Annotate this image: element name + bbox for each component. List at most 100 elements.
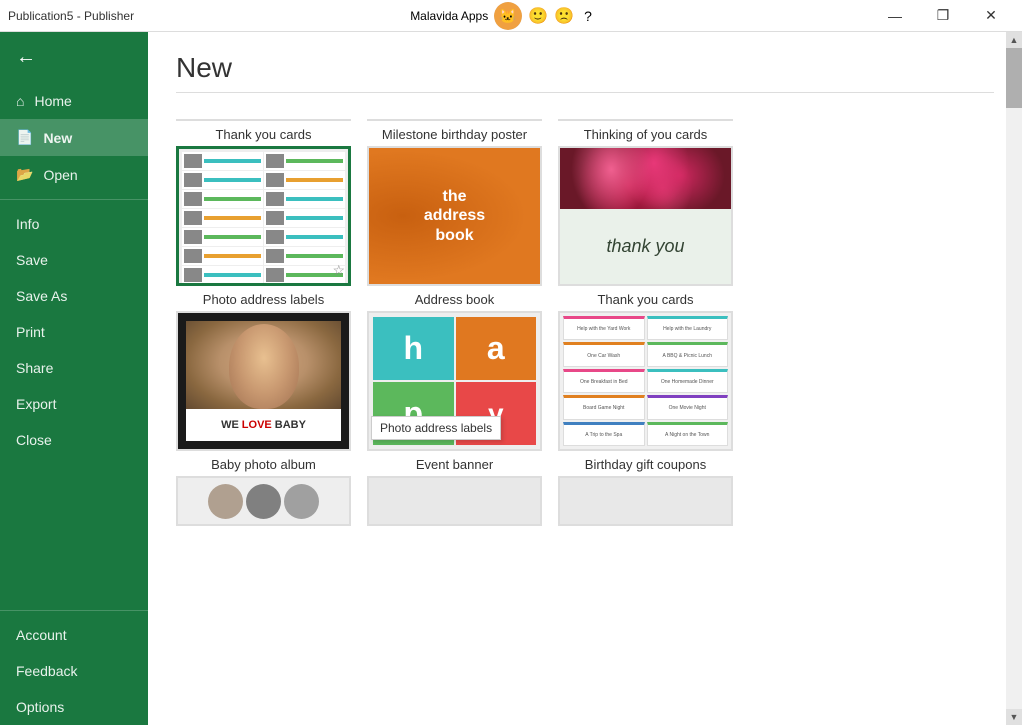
sidebar-item-save-as[interactable]: Save As bbox=[0, 278, 148, 314]
template-item-thank-you-flower[interactable]: thank you Thank you cards bbox=[558, 146, 733, 307]
avatar: 🐱 bbox=[494, 2, 522, 30]
bc-item-3: One Car Wash bbox=[563, 342, 645, 366]
template-label-thinking: Thinking of you cards bbox=[584, 127, 708, 142]
address-book-thumb: theaddressbook bbox=[367, 146, 542, 286]
bc-item-4: A BBQ & Picnic Lunch bbox=[647, 342, 729, 366]
sidebar-item-info[interactable]: Info bbox=[0, 206, 148, 242]
template-item-milestone-label[interactable]: Milestone birthday poster bbox=[367, 119, 542, 142]
bc-item-5: One Breakfast in Bed bbox=[563, 369, 645, 393]
template-item-bottom-1[interactable] bbox=[176, 476, 351, 526]
baby-face bbox=[186, 321, 341, 411]
sidebar-nav: ⌂ Home 📄 New 📂 Open Info Save Save As bbox=[0, 83, 148, 610]
sidebar-bottom: Account Feedback Options bbox=[0, 610, 148, 725]
tooltip: Photo address labels bbox=[371, 416, 501, 440]
template-item-birthday-coupons[interactable]: Help with the Yard Work Help with the La… bbox=[558, 311, 733, 472]
sidebar-item-feedback[interactable]: Feedback bbox=[0, 653, 148, 689]
baby-baby-text: BABY bbox=[275, 419, 306, 431]
open-icon: 📂 bbox=[16, 166, 33, 183]
template-item-bottom-3[interactable] bbox=[558, 476, 733, 526]
bc-item-8: One Movie Night bbox=[647, 395, 729, 419]
baby-love-text: LOVE bbox=[242, 419, 272, 431]
birthday-coupons-label: Birthday gift coupons bbox=[585, 457, 706, 472]
flower-area bbox=[560, 148, 731, 209]
sidebar-save-label: Save bbox=[16, 252, 48, 268]
template-item-baby-album[interactable]: WE LOVE BABY Baby photo album bbox=[176, 311, 351, 472]
pin-icon[interactable]: ☆ bbox=[332, 262, 345, 279]
baby-album-thumb: WE LOVE BABY bbox=[176, 311, 351, 451]
bp-photo-1 bbox=[208, 484, 243, 519]
template-row-2: Photo address labels ☆ theaddressbook Ad… bbox=[176, 146, 990, 307]
sidebar-item-export[interactable]: Export bbox=[0, 386, 148, 422]
sidebar-new-label: New bbox=[43, 130, 72, 146]
sidebar-item-open[interactable]: 📂 Open bbox=[0, 156, 148, 193]
bc-item-2: Help with the Laundry bbox=[647, 316, 729, 340]
scroll-up-button[interactable]: ▲ bbox=[1006, 32, 1022, 48]
template-item-thinking-label[interactable]: Thinking of you cards bbox=[558, 119, 733, 142]
template-item-bottom-2[interactable] bbox=[367, 476, 542, 526]
template-item-event-banner[interactable]: h a p y Event banner bbox=[367, 311, 542, 472]
new-doc-icon: 📄 bbox=[16, 129, 33, 146]
page-title: New bbox=[176, 52, 994, 84]
template-label-thank-you-top: Thank you cards bbox=[215, 127, 311, 142]
help-icon[interactable]: ? bbox=[584, 8, 592, 24]
bottom-thumb-1 bbox=[176, 476, 351, 526]
content-divider bbox=[176, 92, 994, 93]
bottom-thumb-3 bbox=[558, 476, 733, 526]
svg-text:🐱: 🐱 bbox=[500, 8, 517, 24]
sidebar-item-close[interactable]: Close bbox=[0, 422, 148, 458]
baby-face-inner bbox=[229, 324, 299, 409]
main-content: New Thank you cards Milestone birthday p… bbox=[148, 32, 1022, 725]
app-title: Publication5 - Publisher bbox=[8, 9, 134, 23]
bc-item-6: One Homemade Dinner bbox=[647, 369, 729, 393]
restore-button[interactable]: ❐ bbox=[920, 0, 966, 32]
sidebar-close-label: Close bbox=[16, 432, 52, 448]
bc-item-10: A Night on the Town bbox=[647, 422, 729, 446]
template-item-photo-address[interactable]: Photo address labels ☆ bbox=[176, 146, 351, 307]
title-bar: Publication5 - Publisher Malavida Apps 🐱… bbox=[0, 0, 1022, 32]
photo-address-label: Photo address labels bbox=[203, 292, 324, 307]
thank-you-text: thank you bbox=[560, 209, 731, 284]
sidebar-item-save[interactable]: Save bbox=[0, 242, 148, 278]
sidebar-save-as-label: Save As bbox=[16, 288, 67, 304]
sidebar-item-options[interactable]: Options bbox=[0, 689, 148, 725]
scroll-thumb-area bbox=[1006, 48, 1022, 709]
bp-photo-3 bbox=[284, 484, 319, 519]
home-icon: ⌂ bbox=[16, 93, 24, 109]
baby-we-text: WE bbox=[221, 419, 239, 431]
sidebar-home-label: Home bbox=[34, 93, 71, 109]
template-item-address-book[interactable]: theaddressbook Address book bbox=[367, 146, 542, 307]
photo-address-thumb bbox=[176, 146, 351, 286]
baby-text-area: WE LOVE BABY bbox=[186, 409, 341, 441]
bp-photo-2 bbox=[246, 484, 281, 519]
birthday-coupons-thumb: Help with the Yard Work Help with the La… bbox=[558, 311, 733, 451]
address-book-label: Address book bbox=[415, 292, 495, 307]
eb-h-cell: h bbox=[373, 317, 454, 380]
emoji-sad-icon[interactable]: 🙁 bbox=[554, 6, 574, 26]
scroll-down-button[interactable]: ▼ bbox=[1006, 709, 1022, 725]
sidebar-item-share[interactable]: Share bbox=[0, 350, 148, 386]
minimize-button[interactable]: — bbox=[872, 0, 918, 32]
sidebar-item-account[interactable]: Account bbox=[0, 617, 148, 653]
template-row-3: WE LOVE BABY Baby photo album h a bbox=[176, 311, 990, 472]
close-button[interactable]: ✕ bbox=[968, 0, 1014, 32]
bp-photos bbox=[208, 484, 319, 519]
sidebar-item-home[interactable]: ⌂ Home bbox=[0, 83, 148, 119]
scroll-thumb[interactable] bbox=[1006, 48, 1022, 108]
eb-a-cell: a bbox=[456, 317, 537, 380]
back-button[interactable]: ← bbox=[0, 32, 148, 83]
scroll-rail: ▲ ▼ bbox=[1006, 32, 1022, 725]
pal-grid bbox=[179, 149, 348, 283]
center-app-label: Malavida Apps bbox=[410, 9, 488, 23]
sidebar-item-new[interactable]: 📄 New bbox=[0, 119, 148, 156]
sidebar-item-print[interactable]: Print bbox=[0, 314, 148, 350]
baby-album-label: Baby photo album bbox=[211, 457, 316, 472]
template-item-thank-you-cards-label[interactable]: Thank you cards bbox=[176, 119, 351, 142]
bc-item-1: Help with the Yard Work bbox=[563, 316, 645, 340]
emoji-happy-icon[interactable]: 🙂 bbox=[528, 6, 548, 26]
sidebar-options-label: Options bbox=[16, 699, 64, 715]
template-label-milestone: Milestone birthday poster bbox=[382, 127, 527, 142]
sidebar-account-label: Account bbox=[16, 627, 67, 643]
bottom-thumb-2 bbox=[367, 476, 542, 526]
sidebar-export-label: Export bbox=[16, 396, 56, 412]
template-row-4 bbox=[176, 476, 990, 526]
